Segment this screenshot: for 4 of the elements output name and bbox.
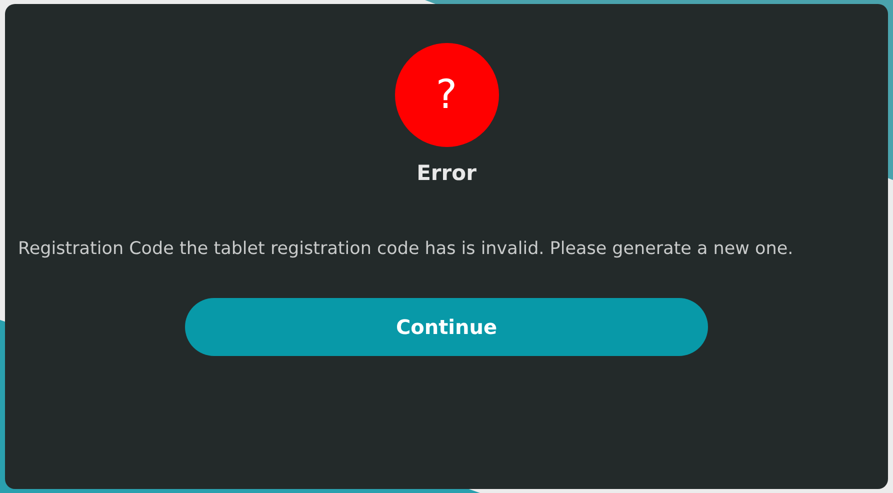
continue-button[interactable]: Continue bbox=[185, 298, 708, 356]
error-message: Registration Code the tablet registration code has is invalid. Please generate a new one. bbox=[18, 238, 794, 261]
error-icon: ? bbox=[394, 43, 498, 147]
dialog-title: Error bbox=[416, 161, 476, 185]
